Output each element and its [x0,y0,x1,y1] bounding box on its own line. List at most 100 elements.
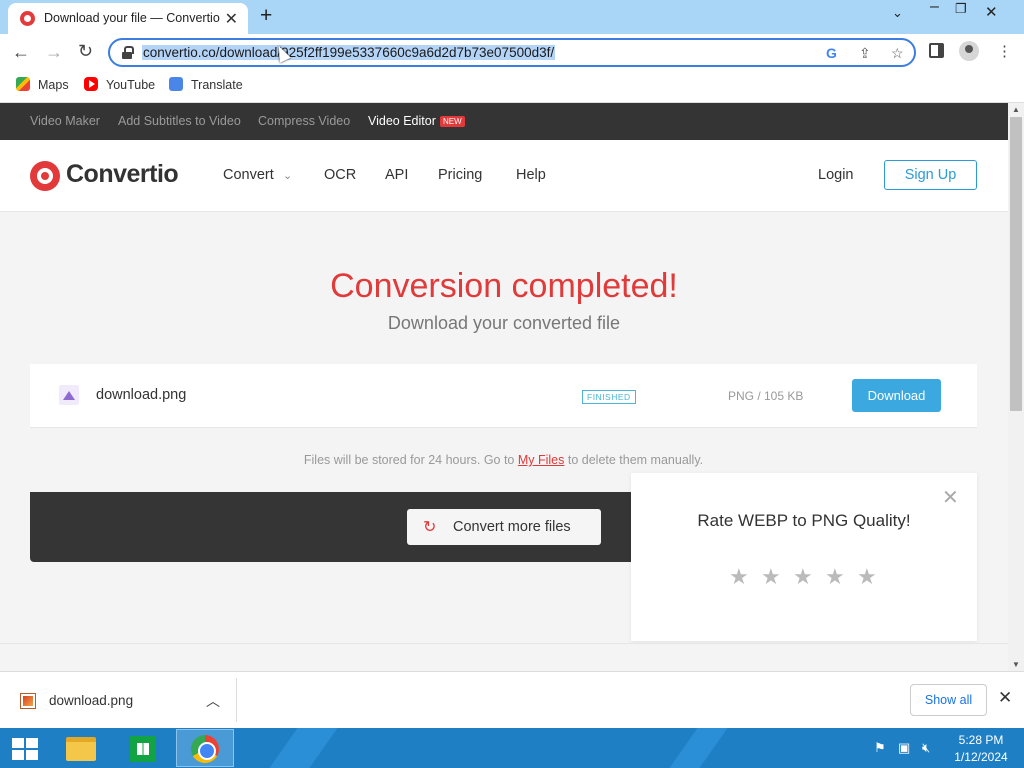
shelf-divider [236,678,237,722]
download-button[interactable]: Download [852,379,941,412]
nav-ocr[interactable]: OCR [324,167,356,183]
bookmark-translate[interactable]: Translate [169,77,243,92]
bookmark-star-icon[interactable]: ☆ [891,45,904,62]
product-strip: Video Maker Add Subtitles to Video Compr… [0,103,1008,140]
image-file-icon [59,385,79,405]
link-compress-video[interactable]: Compress Video [258,114,350,128]
bookmark-label: Translate [191,78,243,92]
youtube-icon [84,77,98,91]
converted-file-row: download.png FINISHED PNG / 105 KB Downl… [30,364,977,427]
web-page: Video Maker Add Subtitles to Video Compr… [0,103,1008,671]
lock-icon[interactable] [122,46,134,59]
close-icon[interactable]: ✕ [998,688,1012,708]
chevron-up-icon[interactable]: ︿ [206,691,220,711]
notice-text-after: to delete them manually. [564,453,704,467]
bookmark-label: Maps [38,78,69,92]
start-tile [12,738,24,748]
profile-avatar-icon[interactable] [959,41,979,61]
my-files-link[interactable]: My Files [518,453,565,467]
start-tile [26,738,38,748]
convertio-favicon-icon [20,11,35,26]
scroll-up-arrow-icon[interactable]: ▲ [1012,105,1020,114]
maps-icon [16,77,30,91]
section-divider [0,643,1008,644]
link-video-maker[interactable]: Video Maker [30,114,100,128]
store-icon [130,736,156,762]
page-subtitle: Download your converted file [387,313,621,333]
rating-title: Rate WEBP to PNG Quality! [697,511,911,530]
restore-window-icon[interactable]: ❐ [955,1,967,17]
bookmark-label: YouTube [106,78,156,92]
browser-tab-active[interactable]: Download your file — Convertio ✕ [8,3,248,34]
windows-start-icon[interactable] [12,738,38,760]
close-icon[interactable]: ✕ [942,485,959,510]
address-bar[interactable]: convertio.co/download/925f2ff199e5337660… [108,38,916,67]
chrome-icon [191,735,219,763]
convertio-logo-icon[interactable] [30,161,60,191]
reload-icon[interactable]: ↻ [78,41,93,62]
folder-icon [66,737,96,761]
bookmark-youtube[interactable]: YouTube [84,77,155,92]
google-lens-icon[interactable]: G [826,45,837,61]
star-icon[interactable]: ★ [793,564,825,590]
chrome-taskbar-button[interactable] [176,729,234,767]
start-tile [26,750,38,760]
tab-close-icon[interactable]: ✕ [225,9,238,29]
star-icon[interactable]: ★ [761,564,793,590]
downloaded-file-name[interactable]: download.png [49,693,133,708]
nav-help[interactable]: Help [516,167,546,183]
nav-convert[interactable]: Convert [223,167,274,183]
tab-title: Download your file — Convertio [44,11,220,25]
clock-time[interactable]: 5:28 PM [958,733,1004,747]
file-explorer-taskbar-button[interactable] [54,729,110,767]
close-window-icon[interactable]: ✕ [985,3,998,21]
share-icon[interactable]: ⇪ [859,45,871,62]
link-add-subtitles[interactable]: Add Subtitles to Video [118,114,241,128]
forward-arrow-icon[interactable]: → [45,42,63,63]
tab-search-chevron-icon[interactable]: ⌄ [892,5,903,21]
star-rating: ★ ★ ★ ★ ★ [729,564,889,590]
side-panel-icon[interactable] [929,43,944,58]
refresh-icon: ↻ [423,519,437,536]
url-text[interactable]: convertio.co/download/925f2ff199e5337660… [142,45,556,60]
star-icon[interactable]: ★ [857,564,889,590]
scroll-down-arrow-icon[interactable]: ▼ [1012,660,1020,669]
login-link[interactable]: Login [818,167,853,183]
file-name: download.png [96,387,187,403]
file-format-size: PNG / 105 KB [728,389,804,403]
page-scrollbar[interactable]: ▲ ▼ [1008,103,1024,671]
translate-icon [169,77,183,91]
volume-muted-icon[interactable]: 🔇︎ [922,740,930,756]
action-center-flag-icon[interactable]: ⚑ [874,740,886,756]
site-logo[interactable]: Convertio [66,160,179,189]
network-icon[interactable]: ▣ [898,740,910,756]
star-icon[interactable]: ★ [825,564,857,590]
new-tab-button[interactable]: + [260,4,272,28]
rating-popup: ✕ Rate WEBP to PNG Quality! ★ ★ ★ ★ ★ [631,473,977,641]
new-badge: NEW [440,116,465,127]
clock-date[interactable]: 1/12/2024 [950,750,1012,764]
start-tile [12,750,24,760]
site-header: Convertio Convert ⌄ OCR API Pricing Help… [0,140,1008,212]
show-all-button[interactable]: Show all [910,684,987,716]
bookmarks-bar: Maps YouTube Translate [0,72,1024,103]
browser-menu-icon[interactable]: ⋮ [997,42,1012,60]
notice-text-before: Files will be stored for 24 hours. Go to [303,453,518,467]
nav-pricing[interactable]: Pricing [438,167,482,183]
sign-up-button[interactable]: Sign Up [884,160,977,190]
nav-api[interactable]: API [385,167,408,183]
back-arrow-icon[interactable]: ← [12,42,30,63]
store-taskbar-button[interactable] [115,729,171,767]
bookmark-maps[interactable]: Maps [16,77,69,92]
link-video-editor[interactable]: Video Editor [368,114,436,128]
page-title: Conversion completed! [330,267,678,305]
minimize-window-icon[interactable]: – [930,0,939,16]
scrollbar-thumb[interactable] [1010,117,1022,411]
convert-more-files-button[interactable]: ↻ Convert more files [407,509,601,545]
chevron-down-icon[interactable]: ⌄ [283,169,292,182]
star-icon[interactable]: ★ [729,564,761,590]
browser-tab-strip: Download your file — Convertio ✕ + ⌄ – ❐… [0,0,1024,34]
png-file-icon[interactable] [20,693,36,709]
browser-toolbar: ← → ↻ convertio.co/download/925f2ff199e5… [0,34,1024,72]
storage-notice: Files will be stored for 24 hours. Go to… [30,453,977,467]
